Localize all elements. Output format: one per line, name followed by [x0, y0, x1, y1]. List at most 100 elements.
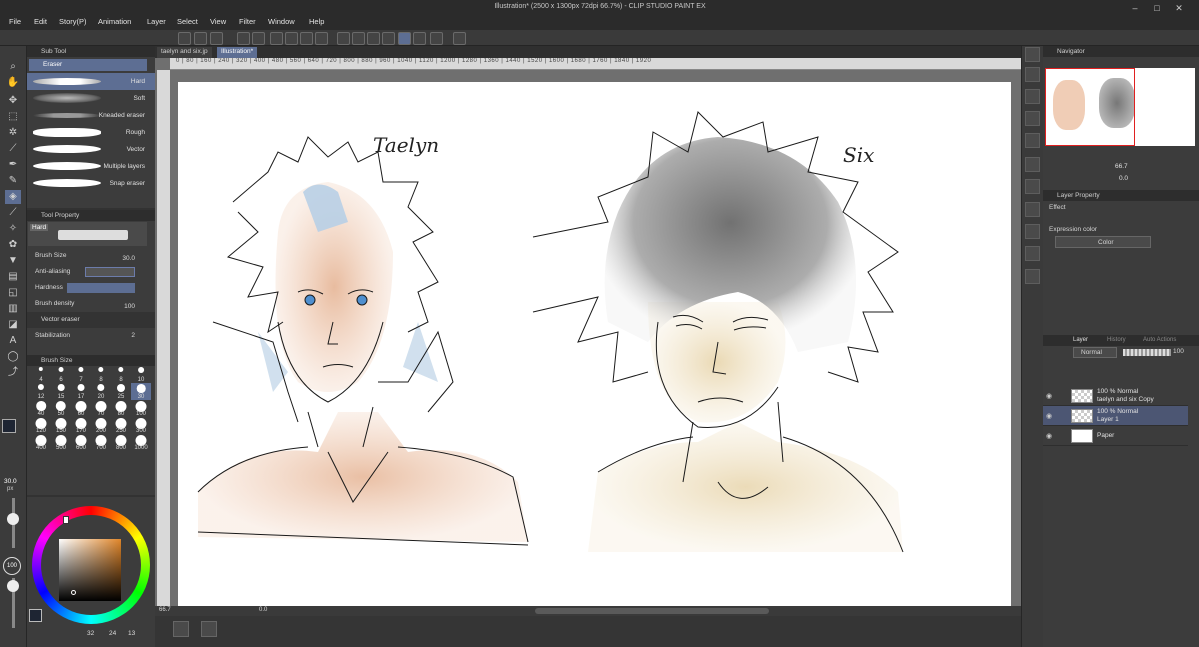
snap-icon[interactable]: [382, 32, 395, 45]
new-icon[interactable]: [178, 32, 191, 45]
invert-selection-icon[interactable]: [352, 32, 365, 45]
main-color-chip[interactable]: [29, 609, 42, 622]
eyedropper-icon[interactable]: ⟋: [5, 142, 21, 156]
dock-icon-4[interactable]: [1025, 111, 1040, 126]
stabilization-row[interactable]: Stabilization 2: [27, 328, 155, 344]
tab-history[interactable]: History: [1107, 337, 1126, 343]
preset-preview[interactable]: Hard: [28, 222, 147, 246]
navigator-preview[interactable]: [1045, 68, 1195, 146]
figure-icon[interactable]: ◱: [5, 286, 21, 300]
maximize-button[interactable]: □: [1150, 2, 1164, 14]
brush-size-cell[interactable]: 12: [31, 383, 51, 400]
settings-icon[interactable]: [453, 32, 466, 45]
redo-icon[interactable]: [252, 32, 265, 45]
eye-icon[interactable]: ◉: [1046, 392, 1052, 400]
cut-icon[interactable]: [300, 32, 313, 45]
dock-icon-1[interactable]: [1025, 47, 1040, 62]
blend-mode-select[interactable]: Normal: [1073, 347, 1117, 358]
vector-eraser-row[interactable]: Vector eraser: [27, 312, 155, 328]
open-icon[interactable]: [194, 32, 207, 45]
brush-size-cell[interactable]: 800: [111, 434, 131, 451]
menu-edit[interactable]: Edit: [34, 17, 47, 26]
brush-size-cell[interactable]: 1000: [131, 434, 151, 451]
dock-icon-7[interactable]: [1025, 179, 1040, 194]
selection-icon[interactable]: ⬚: [5, 110, 21, 124]
dock-icon-10[interactable]: [1025, 246, 1040, 261]
brush-size-cell[interactable]: 700: [91, 434, 111, 451]
brush-size-cell[interactable]: 100: [131, 400, 151, 417]
hardness-row[interactable]: Hardness: [27, 280, 155, 296]
brush-size-cell[interactable]: 7: [71, 366, 91, 383]
subtool-item[interactable]: Snap eraser: [27, 175, 155, 192]
scroll-thumb[interactable]: [535, 608, 769, 614]
brush-size-cell[interactable]: 30: [131, 383, 151, 400]
menu-filter[interactable]: Filter: [239, 17, 256, 26]
dock-icon-9[interactable]: [1025, 224, 1040, 239]
menu-story[interactable]: Story(P): [59, 17, 87, 26]
subtool-item[interactable]: Rough: [27, 124, 155, 141]
color-cursor[interactable]: [71, 590, 76, 595]
text-icon[interactable]: A: [5, 334, 21, 348]
subtool-item[interactable]: Vector: [27, 141, 155, 158]
hardness-selector[interactable]: [67, 283, 135, 293]
gradient-icon[interactable]: ▤: [5, 270, 21, 284]
fill-icon[interactable]: ▼: [5, 254, 21, 268]
brush-size-cell[interactable]: 200: [91, 417, 111, 434]
drawing-canvas[interactable]: Taelyn Six: [178, 82, 1011, 608]
tab-auto-actions[interactable]: Auto Actions: [1143, 337, 1176, 343]
auto-select-icon[interactable]: ✲: [5, 126, 21, 140]
brush-size-cell[interactable]: 8: [91, 366, 111, 383]
move-icon[interactable]: ✥: [5, 94, 21, 108]
eraser-icon[interactable]: ◈: [5, 190, 21, 204]
colorize-icon[interactable]: [430, 32, 443, 45]
dock-icon-3[interactable]: [1025, 89, 1040, 104]
pen-icon[interactable]: ✒: [5, 158, 21, 172]
menu-layer[interactable]: Layer: [147, 17, 166, 26]
layer-row[interactable]: ◉ 100 % Normal taelyn and six Copy: [1043, 386, 1188, 406]
brush-size-cell[interactable]: 17: [71, 383, 91, 400]
balloon-icon[interactable]: ◯: [5, 350, 21, 364]
brush-size-cell[interactable]: 170: [71, 417, 91, 434]
brush-size-cell[interactable]: 40: [31, 400, 51, 417]
perspective-icon[interactable]: [413, 32, 426, 45]
menu-select[interactable]: Select: [177, 17, 198, 26]
correct-line-icon[interactable]: ⤴: [5, 366, 21, 380]
dock-icon-6[interactable]: [1025, 157, 1040, 172]
brush-size-cell[interactable]: 300: [131, 417, 151, 434]
tab-taelyn-and-six[interactable]: taelyn and six.jp: [157, 47, 212, 58]
horizontal-scrollbar[interactable]: 66.7 0.0: [155, 606, 1021, 616]
brush-size-cell[interactable]: 20: [91, 383, 111, 400]
hand-icon[interactable]: ✋: [5, 76, 21, 90]
eye-icon[interactable]: ◉: [1046, 412, 1052, 420]
brush-size-cell[interactable]: 10: [131, 366, 151, 383]
transform-icon[interactable]: [315, 32, 328, 45]
anti-aliasing-selector[interactable]: [85, 267, 135, 277]
subtool-item[interactable]: Hard: [27, 73, 155, 90]
brush-icon[interactable]: ⟋: [5, 206, 21, 220]
brush-size-cell[interactable]: 250: [111, 417, 131, 434]
brush-size-cell[interactable]: 400: [31, 434, 51, 451]
dock-icon-5[interactable]: [1025, 133, 1040, 148]
subtool-item[interactable]: Multiple layers: [27, 158, 155, 175]
fit-screen-icon[interactable]: [173, 621, 189, 637]
brush-size-cell[interactable]: 50: [51, 400, 71, 417]
brush-size-cell[interactable]: 80: [111, 400, 131, 417]
pencil-icon[interactable]: ✎: [5, 174, 21, 188]
brush-size-cell[interactable]: 4: [31, 366, 51, 383]
clear-icon[interactable]: [285, 32, 298, 45]
saturation-value-square[interactable]: [59, 539, 121, 601]
expression-color-select[interactable]: Color: [1055, 236, 1151, 248]
minimize-button[interactable]: –: [1128, 2, 1142, 14]
tab-layer[interactable]: Layer: [1073, 337, 1088, 343]
menu-help[interactable]: Help: [309, 17, 324, 26]
layer-row[interactable]: ◉ 100 % Normal Layer 1: [1043, 406, 1188, 426]
anti-aliasing-row[interactable]: Anti-aliasing: [27, 264, 155, 280]
fit-canvas-icon[interactable]: [201, 621, 217, 637]
dock-icon-2[interactable]: [1025, 67, 1040, 82]
close-button[interactable]: ✕: [1172, 2, 1186, 14]
brush-size-cell[interactable]: 70: [91, 400, 111, 417]
subtool-item[interactable]: Kneaded eraser: [27, 107, 155, 124]
menu-window[interactable]: Window: [268, 17, 295, 26]
brush-size-cell[interactable]: 25: [111, 383, 131, 400]
save-icon[interactable]: [210, 32, 223, 45]
